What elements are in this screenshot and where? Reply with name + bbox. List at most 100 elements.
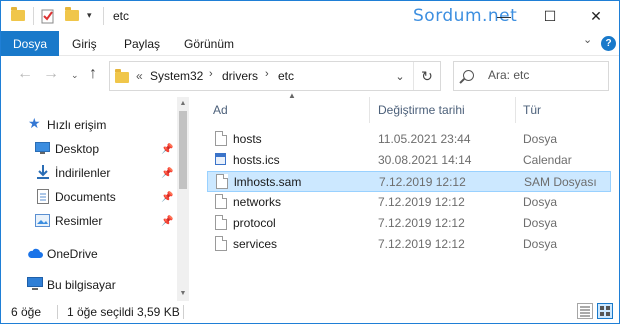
file-row[interactable]: lmhosts.sam 7.12.2019 12:12 SAM Dosyası [207, 171, 611, 192]
close-button[interactable]: ✕ [573, 1, 619, 31]
column-header-date[interactable]: Değiştirme tarihi [378, 97, 465, 123]
nav-label: Resimler [55, 214, 103, 228]
pin-icon[interactable]: 📌 [161, 144, 173, 155]
file-row[interactable]: networks 7.12.2019 12:12 Dosya [207, 192, 611, 213]
large-icons-view-button[interactable] [597, 303, 613, 319]
nav-downloads[interactable]: İndirilenler 📌 [1, 162, 177, 184]
address-dropdown-icon[interactable]: ⌄ [387, 62, 413, 90]
file-row[interactable]: protocol 7.12.2019 12:12 Dosya [207, 213, 611, 234]
up-button[interactable]: ↑ [89, 65, 97, 83]
status-bar: 6 öğe 1 öğe seçildi 3,59 KB [1, 301, 619, 323]
file-list: Ad ▲ Değiştirme tarihi Tür hosts 11.05.20… [201, 91, 619, 301]
breadcrumb-chevron-icon[interactable]: › [265, 68, 269, 80]
column-header-type[interactable]: Tür [523, 97, 541, 123]
column-divider[interactable] [515, 97, 516, 123]
file-date: 7.12.2019 12:12 [379, 175, 466, 189]
nav-scrollbar[interactable]: ▲ ▼ [177, 97, 189, 301]
desktop-icon [35, 142, 51, 156]
tab-share[interactable]: Paylaş [124, 31, 160, 56]
nav-onedrive[interactable]: OneDrive [1, 243, 177, 265]
explorer-window: ▾ etc Sordum.net — ☐ ✕ Dosya Giriş Payla… [0, 0, 620, 324]
cloud-icon [27, 248, 43, 262]
breadcrumb-overflow[interactable]: « [136, 69, 143, 83]
nav-documents[interactable]: Documents 📌 [1, 186, 177, 208]
selection-count: 1 öğe seçildi [67, 305, 134, 319]
expand-ribbon-icon[interactable]: ⌄ [583, 33, 592, 46]
column-label: Tür [523, 103, 541, 117]
status-separator [183, 305, 184, 319]
file-type: SAM Dosyası [524, 175, 597, 189]
sort-ascending-icon: ▲ [288, 91, 296, 100]
navigation-bar: ← → ⌄ ↑ « System32 › drivers › etc ⌄ ↻ [1, 57, 619, 95]
address-folder-icon [115, 69, 129, 83]
file-icon [215, 236, 227, 251]
file-date: 7.12.2019 12:12 [378, 195, 465, 209]
nav-pictures[interactable]: Resimler 📌 [1, 210, 177, 232]
minimize-button[interactable]: — [481, 1, 527, 31]
recent-locations-icon[interactable]: ⌄ [71, 70, 79, 81]
computer-icon [27, 277, 43, 291]
nav-label: Bu bilgisayar [47, 278, 116, 292]
pin-icon[interactable]: 📌 [161, 168, 173, 179]
download-icon [36, 165, 52, 179]
address-bar[interactable]: « System32 › drivers › etc ⌄ ↻ [109, 61, 441, 91]
pin-icon[interactable]: 📌 [161, 216, 173, 227]
pin-icon[interactable]: 📌 [161, 192, 173, 203]
file-type: Dosya [523, 195, 558, 209]
column-divider[interactable] [369, 97, 370, 123]
new-folder-icon[interactable] [65, 7, 79, 24]
file-icon [215, 215, 227, 230]
file-date: 30.08.2021 14:14 [378, 153, 472, 167]
file-type: Dosya [523, 237, 558, 251]
pictures-icon [35, 214, 51, 228]
details-view-button[interactable] [577, 303, 593, 319]
file-type: Dosya [523, 132, 558, 146]
nav-label: Hızlı erişim [47, 118, 107, 132]
help-icon[interactable]: ? [601, 36, 616, 51]
file-name: services [233, 237, 278, 251]
file-name: hosts.ics [233, 153, 280, 167]
ribbon-tabs: Dosya Giriş Paylaş Görünüm ⌄ ? [1, 31, 619, 56]
refresh-icon[interactable]: ↻ [414, 62, 440, 90]
calendar-file-icon [215, 153, 226, 165]
nav-quick-access[interactable]: ★ Hızlı erişim [1, 114, 177, 136]
properties-icon[interactable] [41, 8, 55, 24]
customize-toolbar-icon[interactable]: ▾ [87, 10, 92, 26]
maximize-button[interactable]: ☐ [527, 1, 573, 31]
status-separator [57, 305, 58, 319]
file-name: networks [233, 195, 282, 209]
window-title: etc [113, 9, 130, 23]
search-input[interactable] [488, 68, 600, 82]
nav-label: İndirilenler [55, 166, 111, 180]
breadcrumb-chevron-icon[interactable]: › [209, 68, 213, 80]
tab-view[interactable]: Görünüm [184, 31, 234, 56]
file-row[interactable]: hosts 11.05.2021 23:44 Dosya [207, 129, 611, 150]
nav-this-pc[interactable]: Bu bilgisayar [1, 274, 177, 296]
nav-desktop[interactable]: Desktop 📌 [1, 138, 177, 160]
nav-label: Documents [55, 190, 116, 204]
tab-file[interactable]: Dosya [1, 31, 59, 56]
breadcrumb-etc[interactable]: etc [278, 69, 294, 83]
column-label: Ad [213, 103, 228, 117]
nav-label: OneDrive [47, 247, 98, 261]
file-name: hosts [233, 132, 262, 146]
column-header-name[interactable]: Ad [213, 97, 228, 123]
file-row[interactable]: hosts.ics 30.08.2021 14:14 Calendar [207, 150, 611, 171]
file-type: Dosya [523, 216, 558, 230]
quick-access-separator [33, 7, 34, 25]
tab-home[interactable]: Giriş [72, 31, 97, 56]
search-box[interactable] [453, 61, 609, 91]
title-bar: ▾ etc Sordum.net — ☐ ✕ [1, 1, 619, 31]
file-name: protocol [233, 216, 276, 230]
scroll-down-icon[interactable]: ▼ [177, 287, 189, 299]
file-date: 7.12.2019 12:12 [378, 237, 465, 251]
scroll-up-icon[interactable]: ▲ [177, 97, 189, 109]
forward-button[interactable]: → [43, 65, 59, 83]
scroll-thumb[interactable] [179, 111, 187, 189]
file-row[interactable]: services 7.12.2019 12:12 Dosya [207, 234, 611, 255]
file-icon [216, 174, 228, 189]
breadcrumb-drivers[interactable]: drivers [222, 69, 258, 83]
nav-label: Desktop [55, 142, 100, 156]
breadcrumb-system32[interactable]: System32 [150, 69, 203, 83]
back-button[interactable]: ← [17, 65, 33, 83]
